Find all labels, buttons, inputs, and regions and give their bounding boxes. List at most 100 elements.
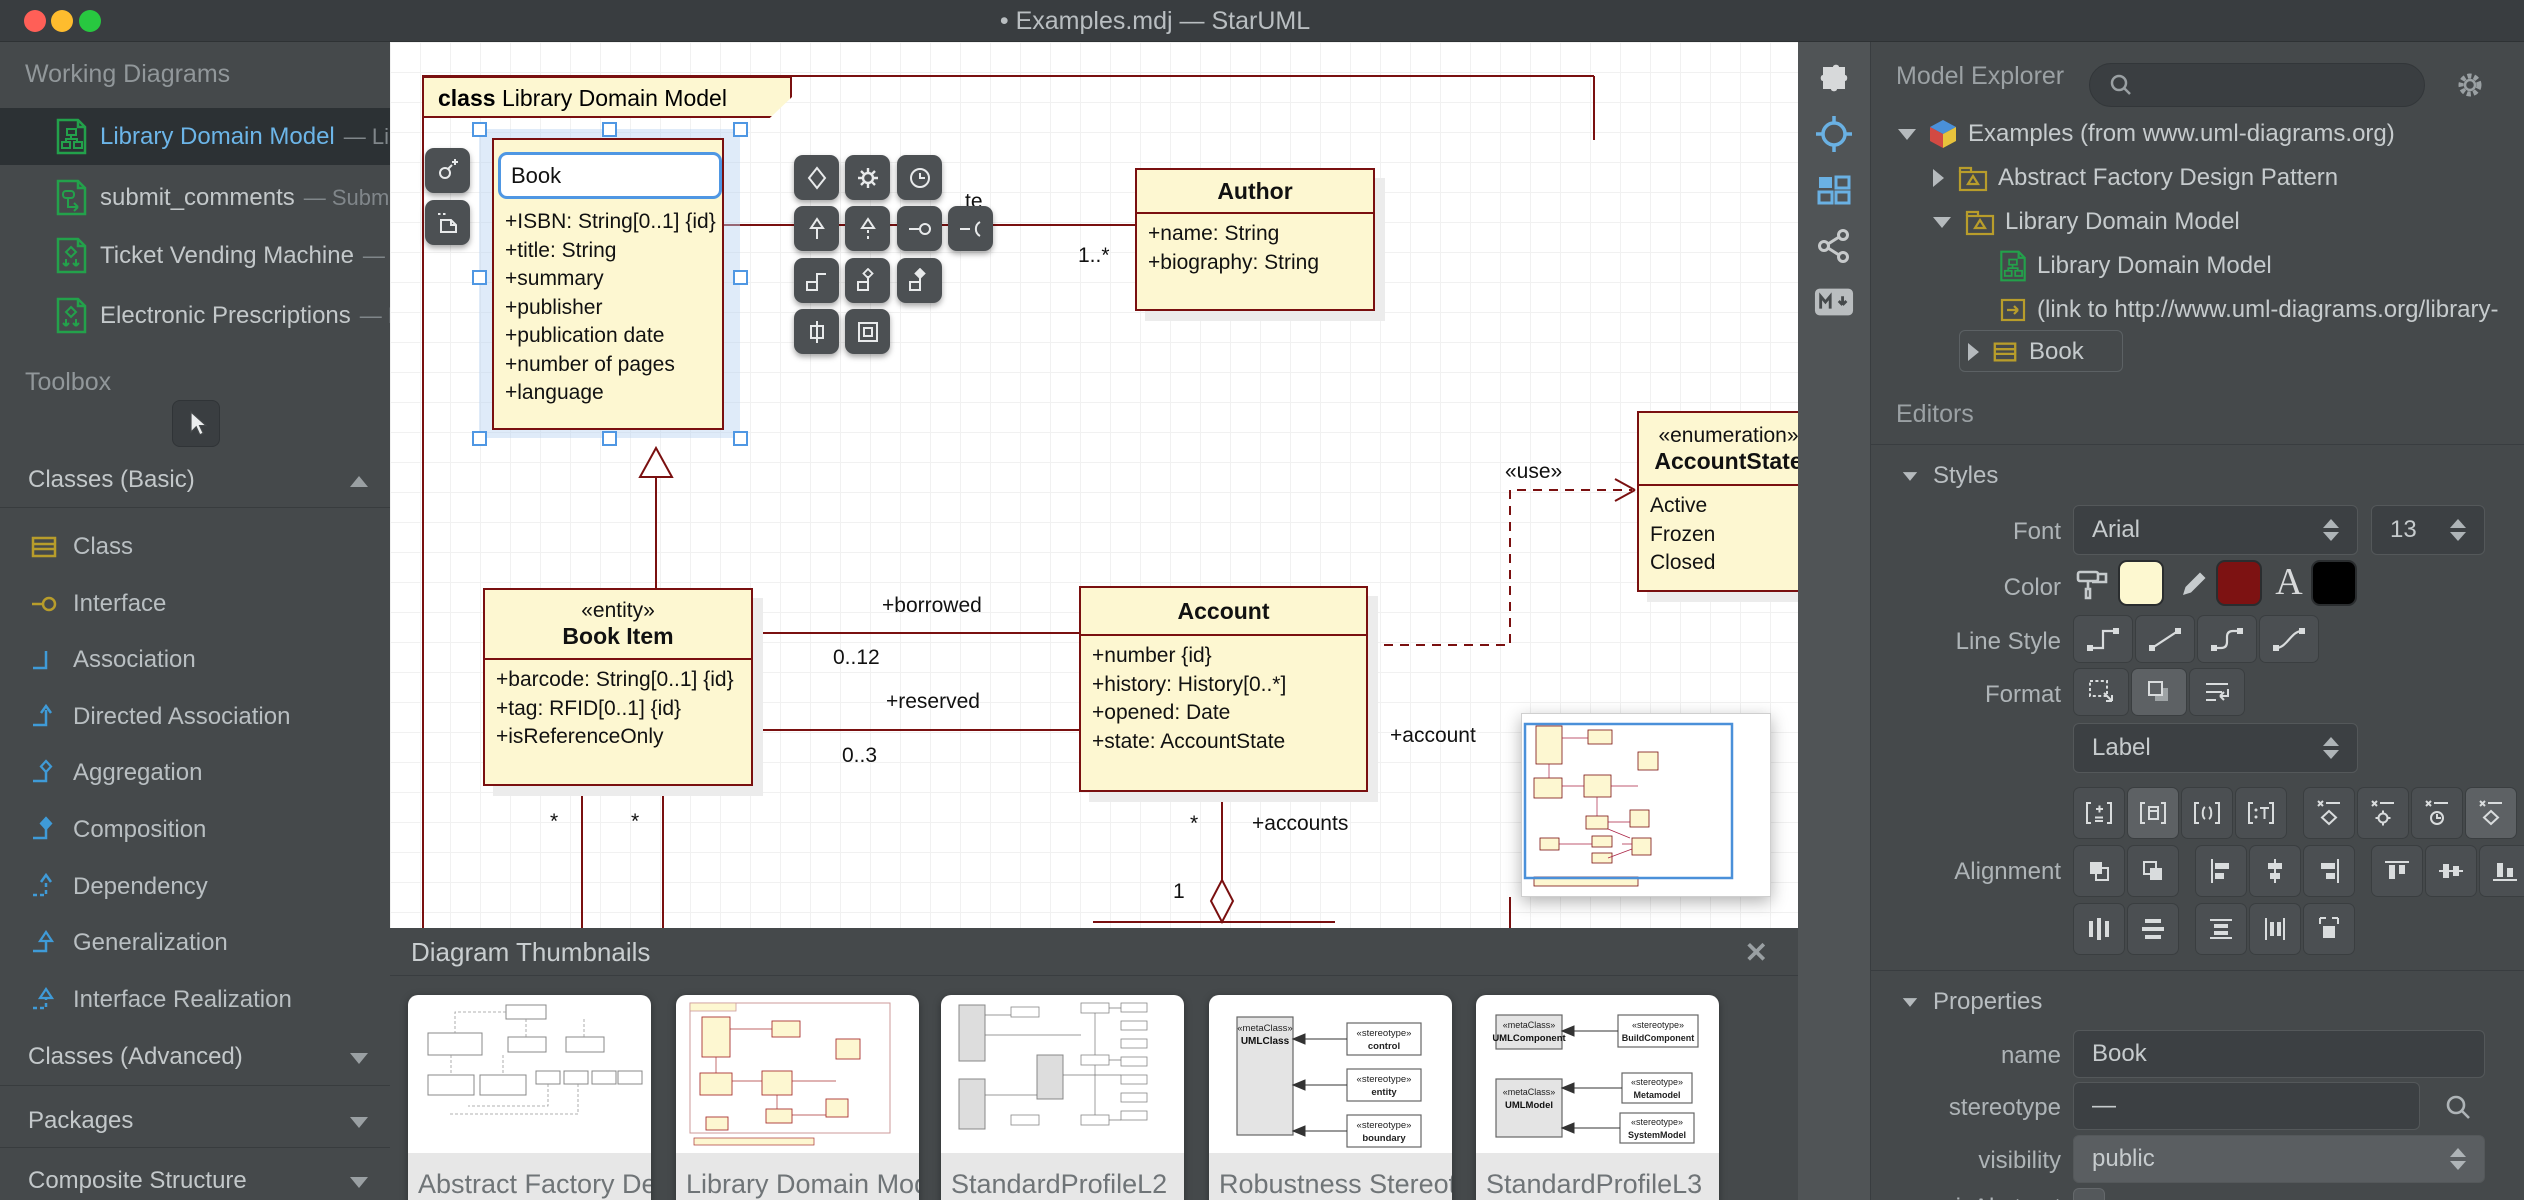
same-size-button[interactable] xyxy=(2303,903,2355,955)
properties-section-header[interactable]: Properties xyxy=(1901,988,2042,1016)
diagram-canvas[interactable]: class Library Domain Model Book +ISBN: S… xyxy=(390,42,1798,928)
resize-handle[interactable] xyxy=(733,270,748,285)
fill-color-swatch[interactable] xyxy=(2118,560,2164,606)
suppress-attributes-button[interactable] xyxy=(2303,787,2355,839)
thumbnail-standard-profile-l2[interactable]: StandardProfileL2 xyxy=(941,995,1184,1200)
quick-add-note-button[interactable] xyxy=(425,148,470,193)
quick-gear-button[interactable] xyxy=(845,155,890,200)
line-style-roundrect-button[interactable] xyxy=(2197,615,2257,663)
font-family-select[interactable]: Arial xyxy=(2073,505,2358,555)
line-color-pencil-icon[interactable] xyxy=(2176,566,2212,602)
suppress-receptions-button[interactable] xyxy=(2411,787,2463,839)
close-icon[interactable]: ✕ xyxy=(1745,936,1768,969)
toolbox-section-packages[interactable]: Packages xyxy=(0,1105,390,1145)
align-middle-button[interactable] xyxy=(2425,845,2477,897)
working-diagram-ticket-vending-machine[interactable]: Ticket Vending Machine — T xyxy=(0,227,390,284)
visibility-select[interactable]: public xyxy=(2073,1135,2485,1183)
align-center-button[interactable] xyxy=(2249,845,2301,897)
same-height-button[interactable] xyxy=(2195,903,2247,955)
thumbnail-abstract-factory[interactable]: Abstract Factory Design xyxy=(408,995,651,1200)
format-word-wrap-button[interactable] xyxy=(2189,668,2245,716)
styles-section-header[interactable]: Styles xyxy=(1901,462,1998,490)
expander-open-icon[interactable] xyxy=(1898,128,1916,140)
suppress-operations-button[interactable] xyxy=(2357,787,2409,839)
resize-handle[interactable] xyxy=(733,431,748,446)
distribute-horizontally-button[interactable] xyxy=(2073,903,2125,955)
class-book[interactable]: Book +ISBN: String[0..1] {id} +title: St… xyxy=(492,138,724,430)
align-bottom-button[interactable] xyxy=(2479,845,2524,897)
expander-closed-icon[interactable] xyxy=(1933,169,1944,187)
tool-interface[interactable]: Interface xyxy=(0,576,390,632)
share-button[interactable] xyxy=(1814,226,1854,266)
tool-generalization[interactable]: Generalization xyxy=(0,915,390,971)
resize-handle[interactable] xyxy=(602,122,617,137)
toggle-visibility-button[interactable] xyxy=(2073,787,2125,839)
tool-dependency[interactable]: Dependency xyxy=(0,859,390,915)
fill-color-roller-icon[interactable] xyxy=(2074,566,2112,604)
select-tool-button[interactable] xyxy=(172,400,220,447)
tree-item-library-domain-model-package[interactable]: Library Domain Model xyxy=(1871,200,2524,244)
diagram-thumbnails-button[interactable] xyxy=(1814,170,1854,210)
font-size-stepper[interactable]: 13 xyxy=(2371,505,2485,555)
toolbox-section-composite-structure[interactable]: Composite Structure xyxy=(0,1165,390,1200)
align-right-button[interactable] xyxy=(2303,845,2355,897)
bring-to-front-button[interactable] xyxy=(2073,845,2125,897)
display-mode-select[interactable]: Label xyxy=(2073,723,2358,773)
format-show-shadow-button[interactable] xyxy=(2131,668,2187,716)
working-diagram-electronic-prescriptions[interactable]: Electronic Prescriptions — E xyxy=(0,287,390,344)
quick-aggregation-button[interactable] xyxy=(845,258,890,303)
align-top-button[interactable] xyxy=(2371,845,2423,897)
working-diagram-submit-comments[interactable]: submit_comments — Submit xyxy=(0,169,390,226)
resize-handle[interactable] xyxy=(472,270,487,285)
tree-item-examples[interactable]: Examples (from www.uml-diagrams.org) xyxy=(1871,112,2524,156)
tool-composition[interactable]: Composition xyxy=(0,802,390,858)
quick-add-text-button[interactable] xyxy=(425,200,470,245)
resize-handle[interactable] xyxy=(472,122,487,137)
line-style-curve-button[interactable] xyxy=(2259,615,2319,663)
toggle-namespace-button[interactable] xyxy=(2127,787,2179,839)
thumbnail-standard-profile-l3[interactable]: «metaClass» UMLComponent «metaClass» UML… xyxy=(1476,995,1719,1200)
toggle-properties-button[interactable] xyxy=(2181,787,2233,839)
tool-directed-association[interactable]: Directed Association xyxy=(0,689,390,745)
stereotype-field[interactable]: — xyxy=(2073,1082,2420,1130)
extensions-button[interactable] xyxy=(1814,58,1854,98)
resize-handle[interactable] xyxy=(602,431,617,446)
quick-realization-button[interactable] xyxy=(845,206,890,251)
send-to-back-button[interactable] xyxy=(2127,845,2179,897)
tree-item-library-domain-model-diagram[interactable]: Library Domain Model xyxy=(1871,244,2524,288)
line-color-swatch[interactable] xyxy=(2216,560,2262,606)
class-author[interactable]: Author +name: String +biography: String xyxy=(1135,168,1375,311)
quick-interface-button[interactable] xyxy=(897,206,942,251)
tree-item-abstract-factory[interactable]: Abstract Factory Design Pattern xyxy=(1871,156,2524,200)
tool-association[interactable]: Association xyxy=(0,632,390,688)
toolbox-section-classes-basic[interactable]: Classes (Basic) xyxy=(0,464,390,504)
quick-containment-button[interactable] xyxy=(845,309,890,354)
quick-composition-button[interactable] xyxy=(897,258,942,303)
tree-item-hyperlink[interactable]: (link to http://www.uml-diagrams.org/lib… xyxy=(1871,288,2524,332)
expander-open-icon[interactable] xyxy=(1933,216,1951,228)
thumbnail-library-domain-model[interactable]: Library Domain Model xyxy=(676,995,919,1200)
markdown-button[interactable] xyxy=(1814,282,1854,322)
quick-dependency-button[interactable] xyxy=(794,309,839,354)
resize-handle[interactable] xyxy=(733,122,748,137)
quick-association-button[interactable] xyxy=(794,258,839,303)
tool-interface-realization[interactable]: Interface Realization xyxy=(0,972,390,1028)
focus-target-button[interactable] xyxy=(1814,114,1854,154)
frame-label[interactable]: class Library Domain Model xyxy=(422,76,792,118)
isabstract-checkbox[interactable] xyxy=(2073,1188,2105,1200)
stereotype-search-icon[interactable] xyxy=(2443,1092,2473,1122)
name-field[interactable]: Book xyxy=(2073,1030,2485,1078)
thumbnail-robustness-stereotypes[interactable]: «metaClass» UMLClass «stereotype» contro… xyxy=(1209,995,1452,1200)
font-color-letter-icon[interactable]: A xyxy=(2269,560,2309,606)
line-style-oblique-button[interactable] xyxy=(2135,615,2195,663)
model-explorer-search[interactable] xyxy=(2089,63,2425,107)
distribute-vertically-button[interactable] xyxy=(2127,903,2179,955)
align-left-button[interactable] xyxy=(2195,845,2247,897)
tree-item-book-class[interactable]: Book xyxy=(1871,330,2524,374)
line-style-rectilinear-button[interactable] xyxy=(2073,615,2133,663)
quick-statemachine-button[interactable] xyxy=(897,155,942,200)
working-diagram-library-domain-model[interactable]: Library Domain Model — Lib xyxy=(0,108,390,165)
quick-socket-button[interactable] xyxy=(948,206,993,251)
tool-class[interactable]: Class xyxy=(0,519,390,575)
minimap[interactable] xyxy=(1521,713,1771,897)
